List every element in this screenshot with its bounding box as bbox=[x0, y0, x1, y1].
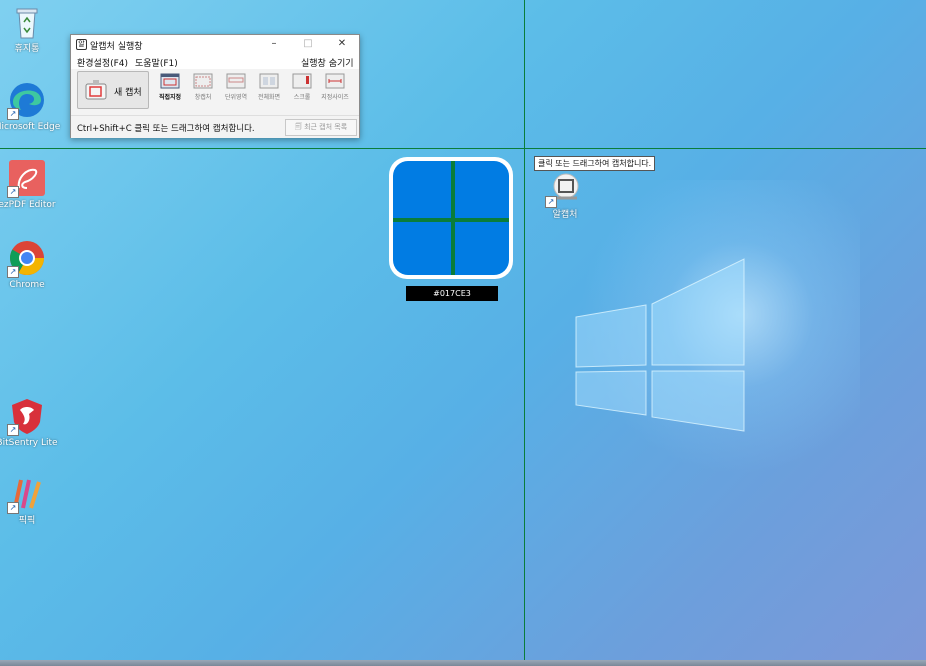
new-capture-button[interactable]: 새 캡처 bbox=[77, 71, 149, 109]
edge-icon: ↗ bbox=[7, 80, 47, 120]
capture-tooltip: 클릭 또는 드래그하여 캡처합니다. bbox=[534, 156, 656, 171]
taskbar-edge bbox=[0, 660, 926, 666]
tool-label: 직접지정 bbox=[158, 94, 182, 101]
ezpdf-icon: ↗ bbox=[7, 158, 47, 198]
app-logo-icon: 알 bbox=[76, 39, 87, 50]
shortcut-arrow-icon: ↗ bbox=[7, 502, 19, 514]
recent-captures-label: 최근 캡처 목록 bbox=[304, 123, 348, 131]
shortcut-arrow-icon: ↗ bbox=[7, 424, 19, 436]
tool-direct-select[interactable]: 직접지정 bbox=[154, 73, 186, 109]
menu-settings[interactable]: 환경설정(F4) bbox=[77, 56, 128, 69]
capture-launcher-window: 알 알캡처 실행창 – □ ✕ 환경설정(F4) 도움말(F1) 실행창 숨기기… bbox=[70, 34, 360, 138]
window-capture-icon bbox=[193, 73, 213, 89]
desktop-screen: 휴지통 ↗ Microsoft Edge ↗ ezPDF Editor ↗ Ch… bbox=[0, 0, 926, 666]
status-bar: Ctrl+Shift+C 클릭 또는 드래그하여 캡처합니다. 🗐 최근 캡처 … bbox=[71, 115, 359, 138]
desktop-icon-label: 알캡처 bbox=[552, 210, 578, 220]
bitsentry-icon: ↗ bbox=[7, 396, 47, 436]
tool-label: 지정사이즈 bbox=[321, 94, 349, 101]
desktop-icon-label: 픽픽 bbox=[18, 516, 36, 526]
magnifier-crosshair-horizontal bbox=[393, 218, 509, 222]
desktop-icon-recycle-bin[interactable]: 휴지통 bbox=[0, 2, 62, 55]
menu-bar: 환경설정(F4) 도움말(F1) 실행창 숨기기 bbox=[71, 53, 359, 69]
tool-label: 스크롤 bbox=[293, 94, 311, 101]
tool-scroll[interactable]: 스크롤 bbox=[286, 73, 318, 109]
menu-help[interactable]: 도움말(F1) bbox=[135, 56, 178, 69]
maximize-button[interactable]: □ bbox=[297, 37, 319, 51]
new-capture-label: 새 캡처 bbox=[114, 88, 142, 98]
desktop-icon-bitsentry[interactable]: ↗ BitSentry Lite bbox=[0, 396, 62, 449]
shortcut-arrow-icon: ↗ bbox=[7, 266, 19, 278]
unit-area-icon bbox=[226, 73, 246, 89]
color-magnifier bbox=[389, 157, 513, 279]
capture-toolbar: 새 캡처 직접지정 창캡처 단위영역 전체화면 스크롤 지정사이즈 bbox=[71, 69, 359, 115]
shortcut-arrow-icon: ↗ bbox=[7, 108, 19, 120]
recent-captures-button[interactable]: 🗐 최근 캡처 목록 bbox=[285, 119, 357, 136]
desktop-icon-edge[interactable]: ↗ Microsoft Edge bbox=[0, 80, 62, 133]
full-screen-icon bbox=[259, 73, 279, 89]
shortcut-arrow-icon: ↗ bbox=[7, 186, 19, 198]
tool-label: 창캡처 bbox=[194, 94, 212, 101]
desktop-icon-label: Chrome bbox=[9, 280, 45, 290]
magnifier-zoom-view bbox=[393, 161, 509, 275]
tool-fixed-size[interactable]: 지정사이즈 bbox=[319, 73, 351, 109]
new-capture-icon bbox=[85, 80, 107, 100]
window-title: 알캡처 실행창 bbox=[90, 42, 143, 52]
desktop-icon-label: 휴지통 bbox=[14, 44, 40, 54]
desktop-icon-chrome[interactable]: ↗ Chrome bbox=[0, 238, 62, 291]
capture-hint-text: Ctrl+Shift+C 클릭 또는 드래그하여 캡처합니다. bbox=[77, 124, 255, 134]
tool-unit-area[interactable]: 단위영역 bbox=[220, 73, 252, 109]
desktop-icon-alcapture[interactable]: ↗ 알캡처 bbox=[530, 168, 600, 221]
picpick-icon: ↗ bbox=[7, 474, 47, 514]
desktop-icon-label: BitSentry Lite bbox=[0, 438, 58, 448]
windows-logo-wallpaper bbox=[575, 258, 745, 432]
tool-label: 단위영역 bbox=[224, 94, 248, 101]
desktop-icon-label: ezPDF Editor bbox=[0, 200, 56, 210]
tool-label: 전체화면 bbox=[257, 94, 281, 101]
direct-select-icon bbox=[160, 73, 180, 89]
menu-hide-window[interactable]: 실행창 숨기기 bbox=[301, 56, 354, 69]
recycle-bin-icon bbox=[7, 2, 47, 42]
recent-captures-icon: 🗐 bbox=[294, 123, 305, 131]
desktop-icon-label: Microsoft Edge bbox=[0, 122, 61, 132]
picked-color-code: #017CE3 bbox=[406, 286, 498, 301]
minimize-button[interactable]: – bbox=[263, 37, 285, 51]
tool-full-screen[interactable]: 전체화면 bbox=[253, 73, 285, 109]
desktop-icon-picpick[interactable]: ↗ 픽픽 bbox=[0, 474, 62, 527]
scroll-icon bbox=[292, 73, 312, 89]
fixed-size-icon bbox=[325, 73, 345, 89]
shortcut-arrow-icon: ↗ bbox=[545, 196, 557, 208]
titlebar[interactable]: 알 알캡처 실행창 – □ ✕ bbox=[71, 35, 359, 53]
crosshair-vertical-line bbox=[524, 0, 525, 666]
chrome-icon: ↗ bbox=[7, 238, 47, 278]
tool-window-capture[interactable]: 창캡처 bbox=[187, 73, 219, 109]
close-button[interactable]: ✕ bbox=[331, 37, 353, 51]
desktop-icon-ezpdf[interactable]: ↗ ezPDF Editor bbox=[0, 158, 62, 211]
alcapture-icon: ↗ bbox=[545, 168, 585, 208]
crosshair-horizontal-line bbox=[0, 148, 926, 149]
